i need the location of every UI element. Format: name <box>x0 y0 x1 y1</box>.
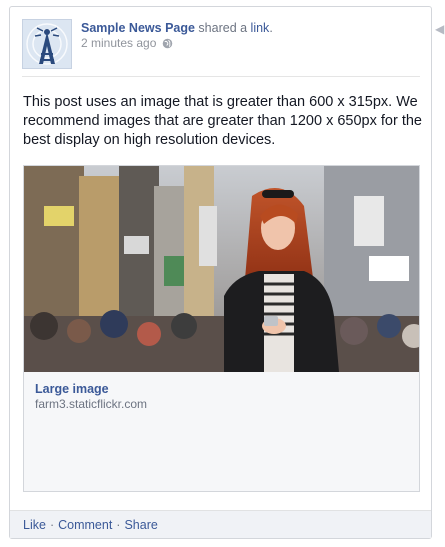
preview-photo <box>24 166 419 372</box>
preview-domain: farm3.staticflickr.com <box>35 397 148 411</box>
chevron-icon[interactable]: ◀ <box>435 22 445 36</box>
separator-dot: · <box>49 518 55 532</box>
globe-icon[interactable] <box>162 38 173 49</box>
share-link[interactable]: Share <box>124 518 157 532</box>
post-timestamp-row: 2 minutes ago <box>81 36 173 50</box>
action-bar: Like · Comment · Share <box>10 510 431 538</box>
preview-image[interactable] <box>24 166 419 372</box>
page-avatar[interactable] <box>22 19 72 69</box>
header-divider <box>22 76 420 77</box>
preview-title-link[interactable]: Large image <box>35 382 109 396</box>
post-body-text: This post uses an image that is greater … <box>23 94 422 148</box>
news-tower-logo-icon <box>23 20 71 68</box>
header-period: . <box>269 21 273 35</box>
link-word[interactable]: link <box>251 21 270 35</box>
link-preview-card[interactable]: Large image farm3.staticflickr.com <box>23 165 420 492</box>
post-header: Sample News Page shared a link. <box>81 20 273 37</box>
like-link[interactable]: Like <box>23 518 46 532</box>
post-timestamp[interactable]: 2 minutes ago <box>81 36 156 50</box>
separator-dot: · <box>116 518 121 532</box>
shared-text: shared a <box>194 21 251 35</box>
news-feed-post: Sample News Page shared a link. 2 minute… <box>9 6 432 539</box>
comment-link[interactable]: Comment <box>58 518 112 532</box>
page-name-link[interactable]: Sample News Page <box>81 21 195 35</box>
